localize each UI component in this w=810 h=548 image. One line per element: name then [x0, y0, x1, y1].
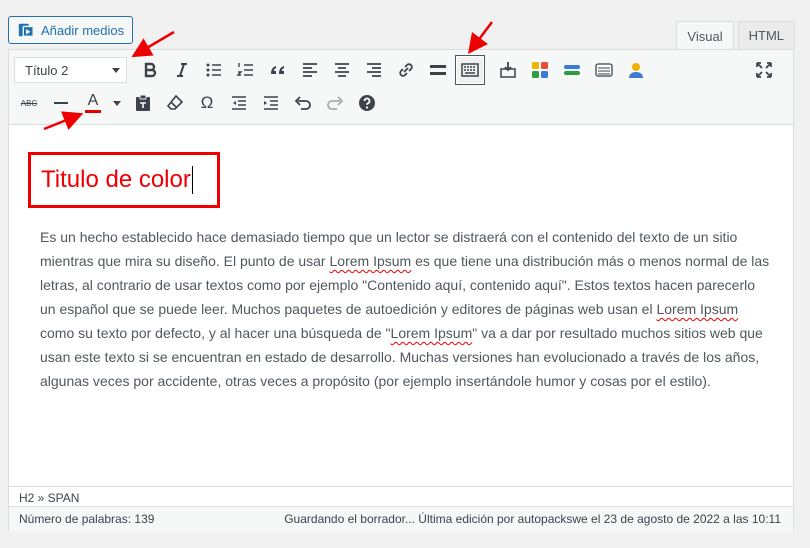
toggle-bar-button[interactable] [557, 55, 587, 85]
insert-icon [500, 62, 516, 78]
bold-button[interactable] [135, 55, 165, 85]
text-color-button[interactable]: A [78, 88, 108, 118]
add-media-button[interactable]: Añadir medios [8, 16, 134, 44]
align-left-icon [303, 63, 317, 77]
blockquote-icon [271, 66, 284, 74]
toolbar-row-2: ABC A Ω [14, 88, 384, 118]
undo-button[interactable] [288, 88, 318, 118]
user-button[interactable] [621, 55, 651, 85]
body-paragraph[interactable]: Es un hecho establecido hace demasiado t… [40, 225, 770, 393]
bulleted-list-icon [206, 63, 221, 77]
text-cursor [191, 166, 193, 194]
chevron-down-icon [112, 67, 120, 73]
bold-icon [144, 62, 157, 78]
numbered-list-icon [236, 63, 253, 76]
autosave-status: Guardando el borrador... Última edición … [284, 512, 781, 526]
toolbar-toggle-icon [461, 63, 479, 77]
color-grid-icon [532, 62, 548, 78]
word-count: Número de palabras: 139 [19, 512, 155, 526]
color-grid-button[interactable] [525, 55, 555, 85]
format-select[interactable]: Título 2 [14, 57, 127, 83]
read-more-icon [430, 65, 446, 75]
clear-formatting-icon [166, 94, 184, 110]
toggle-bar-icon [564, 65, 580, 75]
tab-html[interactable]: HTML [737, 21, 795, 49]
redo-button[interactable] [320, 88, 350, 118]
spellcheck-word: Lorem Ipsum [390, 325, 473, 341]
text-color-dropdown-button[interactable] [110, 88, 124, 118]
editor-content[interactable]: Titulo de color Es un hecho establecido … [9, 126, 793, 486]
colored-heading[interactable]: Titulo de color [28, 152, 220, 208]
strikethrough-icon: ABC [20, 98, 38, 108]
indent-icon [264, 96, 278, 110]
media-icon [18, 23, 34, 37]
read-more-button[interactable] [423, 55, 453, 85]
help-icon [359, 95, 375, 111]
align-center-button[interactable] [327, 55, 357, 85]
special-character-icon: Ω [200, 93, 214, 112]
fullscreen-button[interactable] [749, 55, 779, 85]
tab-visual[interactable]: Visual [676, 21, 734, 50]
strikethrough-button[interactable]: ABC [14, 88, 44, 118]
text-color-swatch [85, 110, 101, 113]
arrow-toolbar-toggle [468, 21, 493, 55]
horizontal-line-button[interactable] [46, 88, 76, 118]
format-select-value: Título 2 [25, 62, 69, 78]
bulleted-list-button[interactable] [199, 55, 229, 85]
paste-text-button[interactable] [128, 88, 158, 118]
link-button[interactable] [391, 55, 421, 85]
blockquote-button[interactable] [263, 55, 293, 85]
spellcheck-word: Lorem Ipsum [656, 301, 739, 317]
outdent-icon [232, 96, 246, 110]
insert-button[interactable] [493, 55, 523, 85]
text-color-dropdown-icon [113, 100, 121, 106]
spellcheck-word: Lorem Ipsum [329, 253, 412, 269]
heading-text: Titulo de color [41, 166, 191, 193]
toolbar-row-1: Título 2 [14, 55, 653, 85]
paragraph-text: como su texto por defecto, y al hacer un… [40, 325, 391, 341]
outdent-button[interactable] [224, 88, 254, 118]
editor-toolbar: Título 2 ABC A Ω [9, 50, 793, 125]
editor: Título 2 ABC A Ω Titulo de color Es un h… [8, 49, 794, 531]
text-color-icon: A [87, 92, 99, 109]
undo-icon [294, 96, 311, 110]
toolbar-toggle-button[interactable] [455, 55, 485, 85]
add-media-label: Añadir medios [41, 22, 125, 38]
clear-formatting-button[interactable] [160, 88, 190, 118]
status-bar: Número de palabras: 139 Guardando el bor… [9, 506, 793, 531]
align-right-icon [367, 63, 381, 77]
align-right-button[interactable] [359, 55, 389, 85]
help-button[interactable] [352, 88, 382, 118]
italic-button[interactable] [167, 55, 197, 85]
editor-tabs: Visual HTML [676, 21, 795, 50]
table-button[interactable] [589, 55, 619, 85]
italic-icon [177, 63, 187, 77]
numbered-list-button[interactable] [231, 55, 261, 85]
element-path[interactable]: H2 » SPAN [9, 486, 793, 506]
table-icon [595, 63, 613, 77]
paste-text-icon [136, 94, 150, 111]
align-left-button[interactable] [295, 55, 325, 85]
special-character-button[interactable]: Ω [192, 88, 222, 118]
align-center-icon [335, 63, 349, 77]
redo-icon [327, 96, 344, 110]
indent-button[interactable] [256, 88, 286, 118]
link-icon [399, 63, 413, 77]
fullscreen-icon [756, 62, 772, 78]
horizontal-line-icon [54, 102, 68, 104]
user-icon [629, 63, 643, 78]
